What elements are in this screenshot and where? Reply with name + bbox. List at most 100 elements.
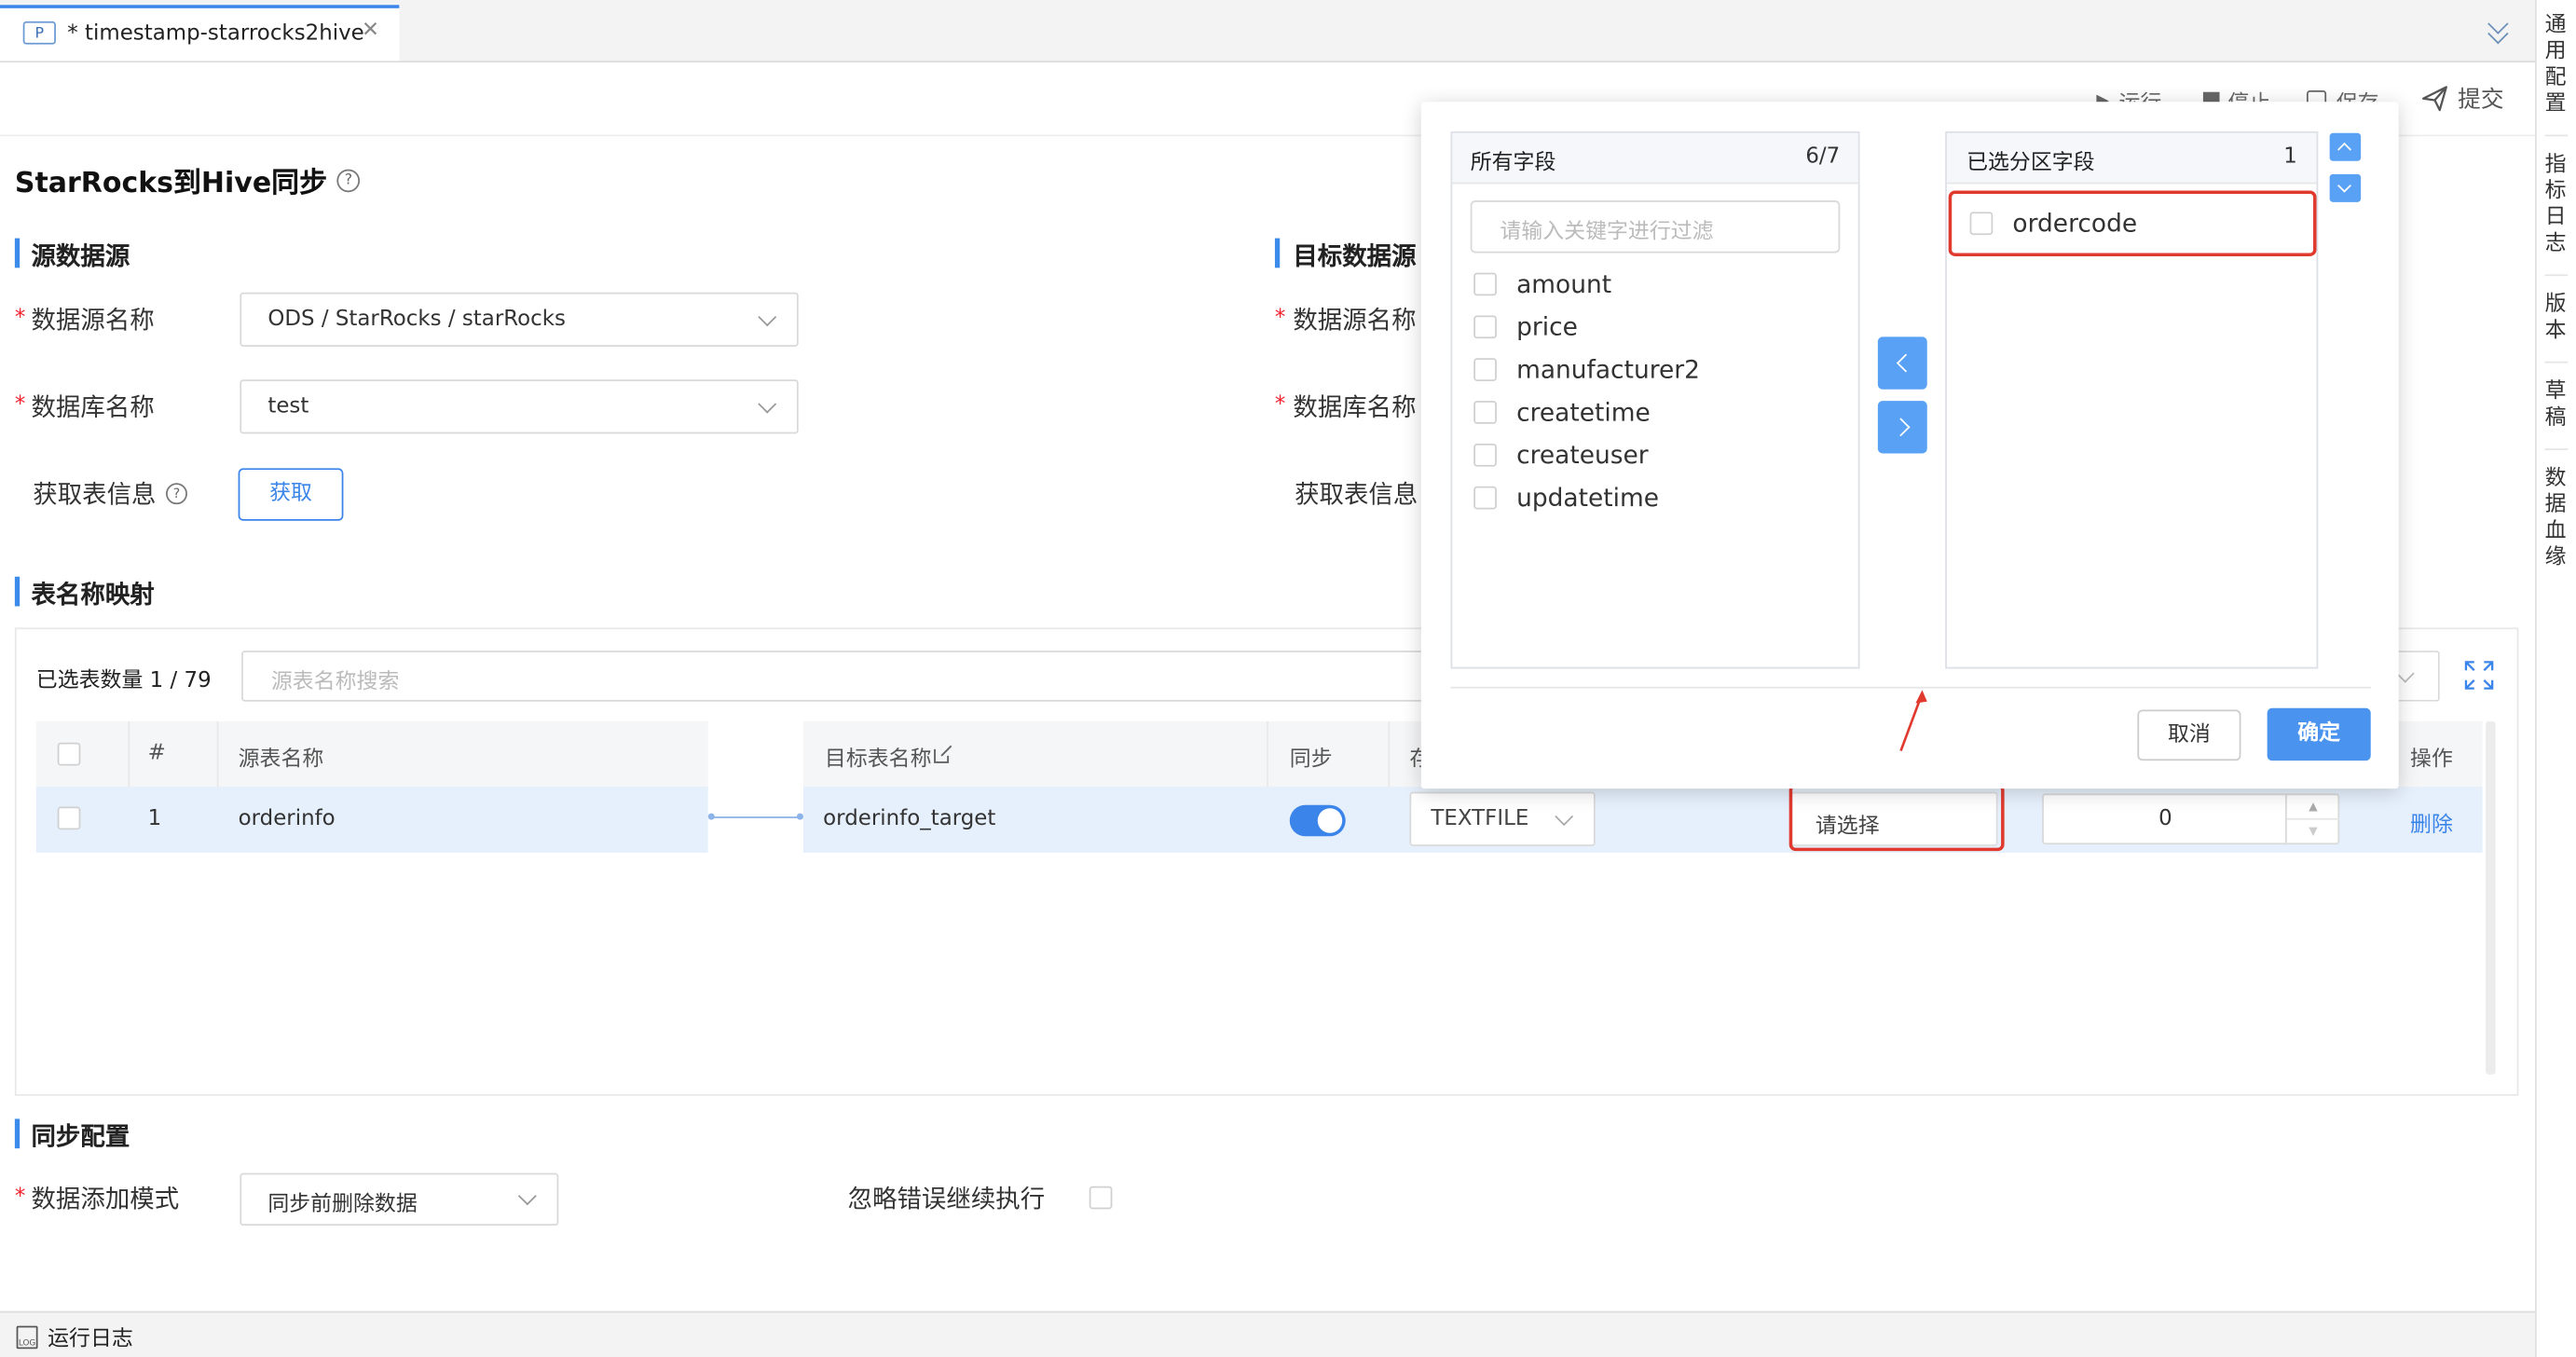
move-left-button[interactable] — [1877, 336, 1927, 390]
target-database-label: 数据库名称 — [1293, 392, 1417, 423]
help-icon[interactable]: ? — [336, 168, 361, 192]
chevron-down-icon — [1555, 807, 1574, 827]
required-mark: * — [1274, 305, 1286, 331]
sidebar-item-draft[interactable]: 草稿 — [2544, 379, 2569, 451]
stepper-up[interactable]: ▲ — [2286, 795, 2340, 820]
sidebar-item-general-config[interactable]: 通用配置 — [2544, 13, 2569, 137]
section-bar — [14, 1118, 21, 1149]
row-source-name: orderinfo — [238, 806, 336, 831]
toggle-knob — [1317, 808, 1343, 833]
number-value: 0 — [2158, 806, 2172, 831]
ignore-errors-checkbox[interactable] — [1089, 1186, 1113, 1210]
section-bar — [1274, 238, 1281, 268]
select-all-checkbox[interactable] — [57, 742, 81, 766]
col-header-sync: 同步 — [1289, 747, 1333, 773]
log-icon: LOG — [16, 1324, 38, 1349]
target-fetch-label: 获取表信息 — [1295, 479, 1418, 510]
sidebar-item-data-lineage[interactable]: 数据血缘 — [2545, 467, 2569, 572]
source-datasource-value: ODS / StarRocks / starRocks — [267, 307, 566, 333]
col-header-action: 操作 — [2410, 747, 2453, 773]
list-item[interactable]: updatetime — [1473, 476, 1835, 519]
chevron-double-down-icon[interactable] — [2486, 13, 2512, 47]
move-up-button[interactable] — [2329, 132, 2362, 161]
target-datasource-label: 数据源名称 — [1293, 305, 1417, 336]
annotation-arrow — [1899, 690, 1927, 752]
connector-dot — [796, 813, 804, 820]
target-heading: 目标数据源 — [1293, 241, 1417, 271]
source-database-value: test — [267, 394, 309, 419]
field-filter-input[interactable]: 请输入关键字进行过滤 — [1470, 200, 1841, 254]
storage-format-select[interactable]: TEXTFILE — [1409, 791, 1596, 846]
field-list: amount price manufacturer2 createtime cr… — [1473, 263, 1835, 519]
required-mark: * — [1274, 392, 1286, 418]
table-row[interactable] — [35, 787, 708, 853]
mode-label: 数据添加模式 — [31, 1184, 180, 1214]
delete-link[interactable]: 删除 — [2410, 807, 2453, 838]
cancel-button[interactable]: 取消 — [2137, 709, 2241, 761]
source-datasource-label: 数据源名称 — [31, 305, 155, 336]
source-database-label: 数据库名称 — [31, 392, 155, 423]
stepper-down[interactable]: ▼ — [2287, 820, 2339, 843]
storage-format-value: TEXTFILE — [1431, 806, 1529, 831]
number-input[interactable]: 0 ▲ ▼ — [2042, 793, 2340, 845]
mode-value: 同步前删除数据 — [267, 1192, 418, 1218]
mapping-connector — [711, 816, 801, 818]
field-checkbox[interactable] — [1473, 272, 1497, 296]
list-item[interactable]: price — [1473, 306, 1835, 349]
submit-button[interactable]: 提交 — [2421, 84, 2504, 114]
required-mark: * — [14, 1184, 26, 1210]
source-fetch-label: 获取表信息 ? — [33, 476, 187, 511]
ignore-errors-label: 忽略错误继续执行 — [847, 1184, 1046, 1214]
field-checkbox[interactable] — [1473, 315, 1497, 339]
list-item[interactable]: createuser — [1473, 433, 1835, 476]
list-item[interactable]: manufacturer2 — [1473, 349, 1835, 391]
fetch-button[interactable]: 获取 — [238, 468, 344, 521]
source-table-search-input[interactable]: 源表名称搜索 — [241, 651, 1441, 702]
move-right-button[interactable] — [1877, 401, 1927, 454]
selected-fields-count: 1 — [2283, 144, 2297, 170]
row-checkbox[interactable] — [57, 806, 81, 830]
tab-active[interactable]: P * timestamp-starrocks2hive ✕ — [0, 5, 400, 62]
selected-count: 已选表数量 1 / 79 — [35, 668, 212, 693]
field-checkbox[interactable] — [1473, 401, 1497, 424]
selected-field-highlight — [1948, 190, 2317, 256]
field-checkbox[interactable] — [1473, 358, 1497, 381]
sidebar-item-version[interactable]: 版本 — [2544, 293, 2569, 363]
mapping-heading: 表名称映射 — [31, 580, 155, 610]
search-placeholder: 源表名称搜索 — [270, 670, 400, 695]
required-mark: * — [14, 305, 26, 331]
source-database-select[interactable]: test — [240, 379, 799, 434]
sync-toggle[interactable] — [1289, 804, 1346, 837]
page-title: StarRocks到Hive同步 ? — [15, 159, 361, 200]
field-checkbox[interactable] — [1473, 443, 1497, 467]
edit-icon[interactable] — [933, 744, 952, 763]
section-bar — [14, 238, 21, 268]
fullscreen-icon[interactable] — [2464, 661, 2494, 691]
section-bar — [14, 576, 21, 607]
scrollbar[interactable] — [2486, 720, 2496, 1075]
chevron-right-icon — [1891, 418, 1911, 437]
confirm-button[interactable]: 确定 — [2267, 707, 2371, 761]
chevron-down-icon — [758, 394, 777, 414]
list-item[interactable]: amount — [1473, 263, 1835, 306]
right-sidebar-items: 通用配置 指标日志 版本 草稿 数据血缘 — [2535, 13, 2576, 571]
selected-fields-title: 已选分区字段 — [1966, 151, 2095, 176]
chevron-down-icon — [517, 1186, 537, 1206]
run-log-button[interactable]: LOG 运行日志 — [16, 1321, 133, 1352]
tab-title: * timestamp-starrocks2hive — [67, 21, 364, 47]
sidebar-item-metric-log[interactable]: 指标日志 — [2544, 153, 2569, 277]
required-mark: * — [14, 392, 26, 418]
list-item[interactable]: createtime — [1473, 391, 1835, 434]
help-icon[interactable]: ? — [166, 483, 187, 505]
source-heading: 源数据源 — [31, 241, 130, 271]
row-target-name: orderinfo_target — [823, 806, 996, 831]
all-fields-title: 所有字段 — [1470, 151, 1556, 176]
close-icon[interactable]: ✕ — [362, 18, 379, 42]
source-table-header — [35, 720, 708, 789]
mode-select[interactable]: 同步前删除数据 — [240, 1172, 559, 1227]
field-checkbox[interactable] — [1473, 486, 1497, 510]
chevron-up-icon — [2337, 142, 2351, 157]
move-down-button[interactable] — [2329, 173, 2362, 202]
col-header-no: # — [147, 741, 166, 766]
source-datasource-select[interactable]: ODS / StarRocks / starRocks — [240, 292, 799, 347]
